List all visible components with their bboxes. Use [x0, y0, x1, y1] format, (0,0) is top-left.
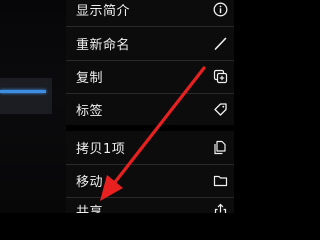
file-thumbnail[interactable] [0, 78, 52, 114]
menu-item-tags[interactable]: 标签 [66, 93, 234, 131]
menu-item-label: 重新命名 [76, 38, 131, 53]
screen: 显示简介 重新命名 复制 标签 拷贝1项 移动 共享 [0, 0, 234, 213]
duplicate-icon [212, 69, 228, 85]
menu-item-label: 复制 [76, 71, 104, 86]
folder-icon [212, 173, 228, 189]
menu-item-label: 标签 [76, 103, 104, 119]
menu-item-label: 拷贝1项 [76, 142, 126, 157]
copy-document-icon [212, 140, 228, 156]
share-icon [212, 202, 228, 213]
menu-item-move[interactable]: 移动 [66, 164, 234, 198]
menu-item-label: 显示简介 [76, 4, 131, 19]
info-icon [212, 2, 228, 18]
menu-item-duplicate[interactable]: 复制 [66, 60, 234, 94]
menu-item-copy[interactable]: 拷贝1项 [66, 131, 234, 165]
menu-item-info[interactable]: 显示简介 [66, 0, 234, 27]
context-menu: 显示简介 重新命名 复制 标签 拷贝1项 移动 共享 [66, 0, 234, 213]
pencil-icon [212, 36, 228, 52]
menu-item-rename[interactable]: 重新命名 [66, 27, 234, 61]
menu-item-label: 共享 [76, 204, 104, 214]
menu-item-share[interactable]: 共享 [66, 197, 234, 213]
tag-icon [212, 101, 228, 117]
menu-item-label: 移动 [76, 175, 104, 190]
thumbnail-highlight [0, 90, 46, 93]
